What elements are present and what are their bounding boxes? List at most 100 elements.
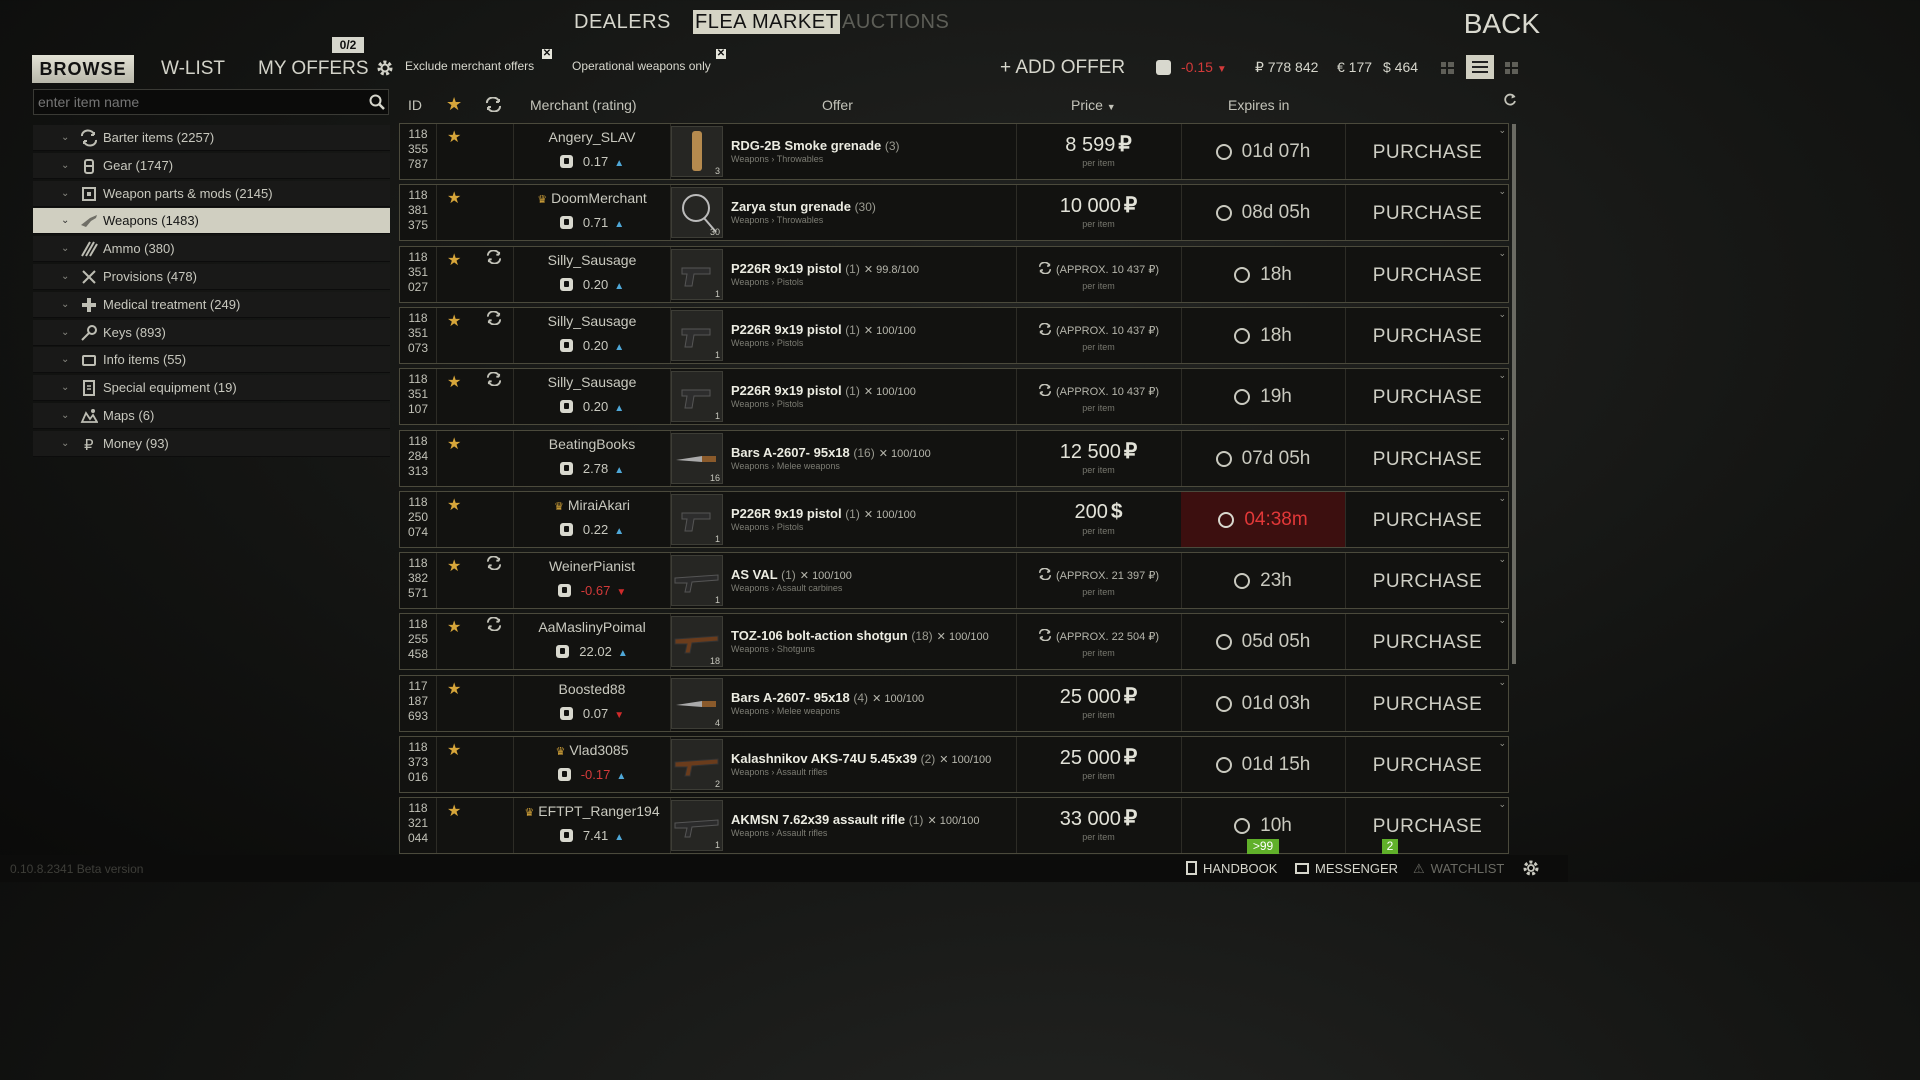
tab-wishlist[interactable]: W-LIST [161,58,225,80]
favorite-star-icon[interactable]: ★ [447,556,461,576]
close-exclude-filter-icon[interactable]: ✕ [542,49,552,59]
chevron-down-icon[interactable]: ⌄ [61,264,69,290]
offer-item[interactable]: P226R 9x19 pistol (1) ✕ 100/100 [731,383,916,398]
offer-item[interactable]: P226R 9x19 pistol (1) ✕ 100/100 [731,322,916,337]
chevron-down-icon[interactable]: ⌄ [1498,125,1506,136]
chevron-down-icon[interactable]: ⌄ [1498,799,1506,810]
category-item[interactable]: ⌄ Special equipment (19) [33,375,390,402]
purchase-button[interactable]: PURCHASE [1346,798,1509,853]
chevron-down-icon[interactable]: ⌄ [61,347,69,373]
category-item[interactable]: ⌄ Maps (6) [33,403,390,429]
chevron-down-icon[interactable]: ⌄ [61,292,69,318]
favorite-star-icon[interactable]: ★ [447,372,461,392]
item-thumbnail[interactable]: 1 [671,555,723,607]
purchase-button[interactable]: PURCHASE [1346,737,1509,792]
chevron-down-icon[interactable]: ⌄ [1498,554,1506,565]
scrollbar[interactable] [1512,124,1516,664]
close-operational-filter-icon[interactable]: ✕ [716,49,726,59]
chevron-down-icon[interactable]: ⌄ [1498,186,1506,197]
chevron-down-icon[interactable]: ⌄ [61,181,69,207]
column-expires[interactable]: Expires in [1228,97,1289,113]
tab-my-offers[interactable]: MY OFFERS [258,58,369,80]
item-thumbnail[interactable]: 1 [671,309,723,361]
category-item[interactable]: ⌄ Ammo (380) [33,236,390,263]
offer-item[interactable]: AS VAL (1) ✕ 100/100 [731,567,852,582]
chevron-down-icon[interactable]: ⌄ [61,153,69,179]
favorite-star-icon[interactable]: ★ [447,434,461,454]
offer-item[interactable]: P226R 9x19 pistol (1) ✕ 100/100 [731,506,916,521]
view-grid-icon[interactable] [1505,61,1518,74]
chevron-down-icon[interactable]: ⌄ [1498,738,1506,749]
offer-row[interactable]: 118 284 313 ★ BeatingBooks 2.78 ▲ 16 Bars A-2607… [399,429,1509,487]
offer-item[interactable]: Bars A-2607- 95x18 (4) ✕ 100/100 [731,690,924,705]
chevron-down-icon[interactable]: ⌄ [61,236,69,262]
settings-gear-icon[interactable] [375,58,395,78]
offer-row[interactable]: 117 187 693 ★ Boosted88 0.07 ▼ 4 Bars A-2607- 95… [399,674,1509,732]
merchant-name[interactable]: ♛ DoomMerchant [514,190,670,206]
chevron-down-icon[interactable]: ⌄ [61,320,69,346]
item-thumbnail[interactable]: 1 [671,800,723,852]
chevron-down-icon[interactable]: ⌄ [1498,370,1506,381]
chevron-down-icon[interactable]: ⌄ [61,375,69,401]
merchant-name[interactable]: ♛ MiraiAkari [514,497,670,513]
offer-item[interactable]: TOZ-106 bolt-action shotgun (18) ✕ 100/10… [731,628,989,643]
favorite-star-icon[interactable]: ★ [447,127,461,147]
purchase-button[interactable]: PURCHASE [1346,492,1509,547]
offer-row[interactable]: 118 373 016 ★ ♛ Vlad3085 -0.17 ▲ 2 Kalashnikov AK… [399,736,1509,793]
item-thumbnail[interactable]: 16 [671,432,723,484]
messenger-button[interactable]: MESSENGER [1295,861,1398,876]
merchant-name[interactable]: AaMaslinyPoimal [514,619,670,635]
purchase-button[interactable]: PURCHASE [1346,308,1509,363]
purchase-button[interactable]: PURCHASE [1346,124,1509,179]
offer-row[interactable]: 118 351 027 ★ Silly_Sausage 0.20 ▲ 1 P226R 9x19 … [399,245,1509,303]
item-thumbnail[interactable]: 1 [671,493,723,545]
item-thumbnail[interactable]: 2 [671,739,723,790]
column-id[interactable]: ID [408,97,422,113]
operational-weapons-filter[interactable]: Operational weapons only [566,57,717,75]
category-item[interactable]: ⌄ Weapon parts & mods (2145) [33,180,390,207]
view-list-icon[interactable] [1466,55,1494,79]
category-item[interactable]: ⌄ Gear (1747) [33,152,390,179]
favorite-star-icon[interactable]: ★ [447,617,461,637]
favorite-star-icon[interactable]: ★ [447,311,461,331]
favorite-star-icon[interactable]: ★ [447,188,461,208]
merchant-name[interactable]: Angery_SLAV [514,129,670,145]
offer-item[interactable]: P226R 9x19 pistol (1) ✕ 99.8/100 [731,261,919,276]
purchase-button[interactable]: PURCHASE [1346,185,1509,240]
category-item[interactable]: ⌄ ₽ Money (93) [33,430,390,457]
chevron-down-icon[interactable]: ⌄ [1498,432,1506,443]
column-offer[interactable]: Offer [822,97,853,113]
offer-row[interactable]: 118 351 107 ★ Silly_Sausage 0.20 ▲ 1 P226R 9x19 … [399,368,1509,426]
merchant-name[interactable]: ♛ Vlad3085 [514,742,670,758]
barter-header-icon[interactable] [485,97,502,112]
tab-browse[interactable]: BROWSE [32,55,134,83]
merchant-name[interactable]: BeatingBooks [514,436,670,452]
offer-row[interactable]: 118 255 458 ★ AaMaslinyPoimal 22.02 ▲ 18 TOZ-106… [399,613,1509,671]
category-item[interactable]: ⌄ Keys (893) [33,319,390,346]
back-button[interactable]: BACK [1464,8,1540,40]
column-merchant[interactable]: Merchant (rating) [530,97,637,113]
refresh-icon[interactable] [1503,93,1517,107]
favorite-star-icon[interactable]: ★ [447,495,461,515]
chevron-down-icon[interactable]: ⌄ [61,431,69,457]
watchlist-button[interactable]: ⚠ WATCHLIST [1413,861,1504,877]
category-item[interactable]: ⌄ Weapons (1483) [33,208,390,235]
handbook-button[interactable]: HANDBOOK [1186,861,1277,876]
merchant-name[interactable]: ♛ EFTPT_Ranger194 [514,803,670,819]
favorite-star-header-icon[interactable]: ★ [446,94,462,115]
chevron-down-icon[interactable]: ⌄ [1498,677,1506,688]
chevron-down-icon[interactable]: ⌄ [1498,615,1506,626]
purchase-button[interactable]: PURCHASE [1346,247,1509,302]
offer-item[interactable]: AKMSN 7.62x39 assault rifle (1) ✕ 100/100 [731,812,979,827]
tab-dealers[interactable]: DEALERS [574,11,671,34]
merchant-name[interactable]: Silly_Sausage [514,313,670,329]
merchant-name[interactable]: WeinerPianist [514,558,670,574]
item-thumbnail[interactable]: 4 [671,677,723,729]
offer-row[interactable]: 118 351 073 ★ Silly_Sausage 0.20 ▲ 1 P226R 9x19 … [399,306,1509,364]
chevron-down-icon[interactable]: ⌄ [1498,309,1506,320]
offer-item[interactable]: Zarya stun grenade (30) [731,199,876,214]
purchase-button[interactable]: PURCHASE [1346,369,1509,424]
favorite-star-icon[interactable]: ★ [447,679,461,699]
item-thumbnail[interactable]: 3 [671,126,723,177]
offer-item[interactable]: Bars A-2607- 95x18 (16) ✕ 100/100 [731,445,931,460]
